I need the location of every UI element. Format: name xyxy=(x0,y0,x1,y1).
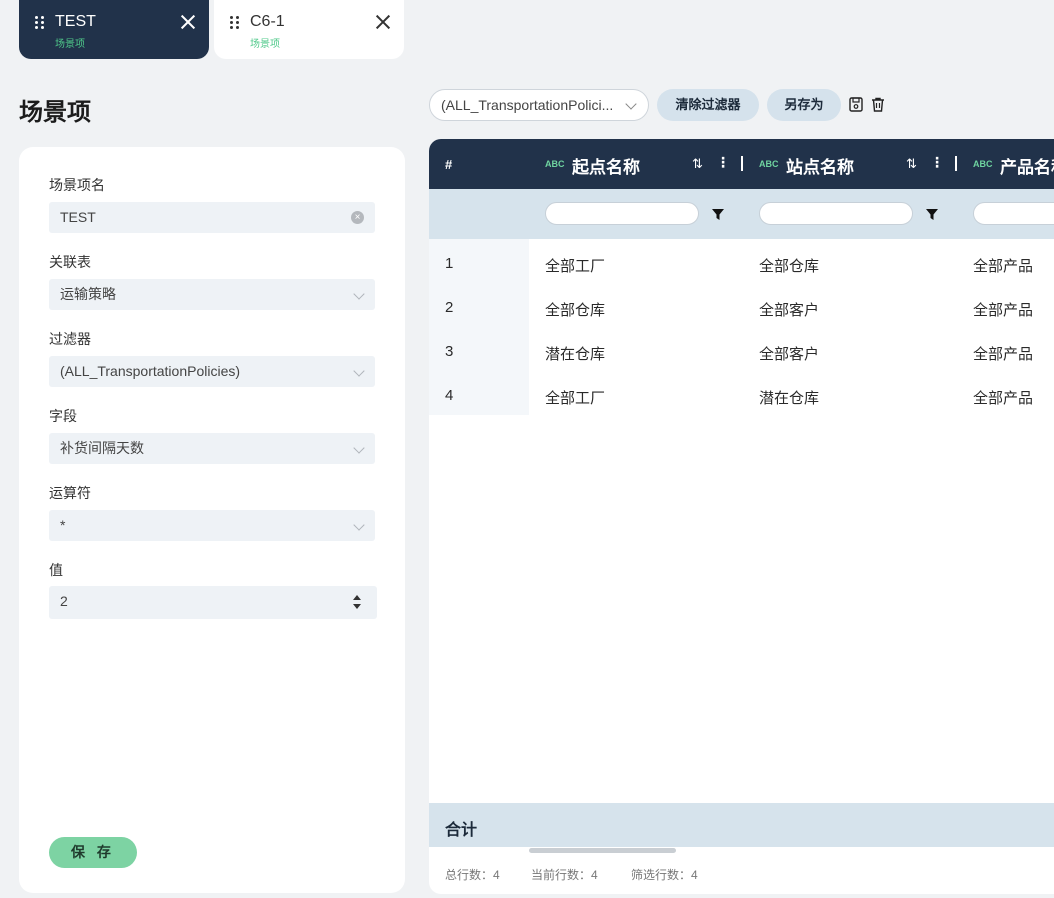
increment-icon[interactable] xyxy=(353,595,361,600)
clear-filter-button[interactable]: 清除过滤器 xyxy=(657,89,759,121)
filter-select[interactable]: (ALL_TransportationPolicies) xyxy=(49,356,375,387)
row-number: 2 xyxy=(445,299,454,316)
table-select[interactable]: 运输策略 xyxy=(49,279,375,310)
sort-icon[interactable]: ⇅ xyxy=(692,156,703,172)
cell-site[interactable]: 潜在仓库 xyxy=(759,387,819,408)
cell-site[interactable]: 全部客户 xyxy=(759,299,819,320)
column-resize-handle[interactable] xyxy=(741,156,743,171)
total-label: 合计 xyxy=(445,822,478,839)
column-resize-handle[interactable] xyxy=(955,156,957,171)
drag-handle-icon[interactable] xyxy=(35,16,45,30)
filter-icon[interactable] xyxy=(926,209,938,220)
value-value: 2 xyxy=(60,593,68,609)
cell-origin[interactable]: 全部仓库 xyxy=(545,299,605,320)
decrement-icon[interactable] xyxy=(353,604,361,609)
name-field[interactable]: TEST × xyxy=(49,202,375,233)
operator-select[interactable]: * xyxy=(49,510,375,541)
trash-icon[interactable] xyxy=(871,97,885,112)
drag-handle-icon[interactable] xyxy=(230,16,240,30)
tab-subtitle: 场景项 xyxy=(250,39,280,50)
operator-label: 运算符 xyxy=(49,485,91,501)
field-value: 补货间隔天数 xyxy=(60,440,144,456)
value-label: 值 xyxy=(49,562,63,578)
tab-title: TEST xyxy=(55,13,96,30)
close-icon[interactable] xyxy=(375,14,391,30)
more-icon[interactable]: ⋮ xyxy=(930,154,944,171)
operator-value: * xyxy=(60,517,66,533)
field-label: 字段 xyxy=(49,408,77,424)
cell-product[interactable]: 全部产品 xyxy=(973,255,1033,276)
text-type-icon: ABC xyxy=(545,159,565,169)
text-type-icon: ABC xyxy=(759,159,779,169)
column-title: 产品名称 xyxy=(1000,158,1054,178)
text-type-icon: ABC xyxy=(973,159,993,169)
chevron-down-icon xyxy=(353,442,365,454)
tab-title: C6-1 xyxy=(250,13,285,30)
save-icon[interactable] xyxy=(849,97,863,112)
column-header-site[interactable]: ABC 站点名称 ⇅ ⋮ xyxy=(759,139,973,189)
value-stepper[interactable]: 2 xyxy=(49,586,377,619)
row-number: 1 xyxy=(445,255,454,272)
cell-origin[interactable]: 全部工厂 xyxy=(545,255,605,276)
filtered-rows-count: 筛选行数：4 xyxy=(631,868,698,882)
close-icon[interactable] xyxy=(180,14,196,30)
column-title: 站点名称 xyxy=(786,158,854,178)
save-button[interactable]: 保 存 xyxy=(49,837,137,868)
filter-icon[interactable] xyxy=(712,209,724,220)
view-filter-value: (ALL_TransportationPolici... xyxy=(441,97,614,113)
scenario-item-form: 场景项名 TEST × 关联表 运输策略 过滤器 (ALL_Transporta… xyxy=(19,147,405,893)
more-icon[interactable]: ⋮ xyxy=(716,154,730,171)
cell-product[interactable]: 全部产品 xyxy=(973,299,1033,320)
table-label: 关联表 xyxy=(49,254,91,270)
column-header-origin[interactable]: ABC 起点名称 ⇅ ⋮ xyxy=(545,139,759,189)
sort-icon[interactable]: ⇅ xyxy=(906,156,917,172)
filter-label: 过滤器 xyxy=(49,331,91,347)
clear-icon[interactable]: × xyxy=(351,211,364,224)
page-title: 场景项 xyxy=(19,99,91,126)
save-as-button[interactable]: 另存为 xyxy=(767,89,841,121)
rownum-column xyxy=(429,239,529,415)
rownum-header: # xyxy=(445,157,453,172)
cell-product[interactable]: 全部产品 xyxy=(973,387,1033,408)
column-filter-input[interactable] xyxy=(545,202,699,225)
cell-origin[interactable]: 全部工厂 xyxy=(545,387,605,408)
filter-value: (ALL_TransportationPolicies) xyxy=(60,363,241,379)
chevron-down-icon xyxy=(353,519,365,531)
field-select[interactable]: 补货间隔天数 xyxy=(49,433,375,464)
tab-subtitle: 场景项 xyxy=(55,39,85,50)
grid-header: # ABC 起点名称 ⇅ ⋮ ABC 站点名称 ⇅ ⋮ ABC 产品名称 xyxy=(429,139,1054,189)
total-row: 合计 xyxy=(429,803,1054,847)
cell-site[interactable]: 全部客户 xyxy=(759,343,819,364)
column-title: 起点名称 xyxy=(572,158,640,178)
horizontal-scrollbar[interactable] xyxy=(529,848,676,853)
filter-row xyxy=(429,189,1054,239)
current-rows-count: 当前行数：4 xyxy=(531,868,598,882)
cell-product[interactable]: 全部产品 xyxy=(973,343,1033,364)
column-filter-input[interactable] xyxy=(973,202,1054,225)
row-number: 4 xyxy=(445,387,454,404)
cell-origin[interactable]: 潜在仓库 xyxy=(545,343,605,364)
name-label: 场景项名 xyxy=(49,177,105,193)
total-rows-count: 总行数：4 xyxy=(445,868,500,882)
chevron-down-icon xyxy=(353,288,365,300)
view-filter-select[interactable]: (ALL_TransportationPolici... xyxy=(429,89,649,121)
row-number: 3 xyxy=(445,343,454,360)
chevron-down-icon xyxy=(353,365,365,377)
name-value: TEST xyxy=(60,209,96,225)
tab-test[interactable]: TEST 场景项 xyxy=(19,0,209,59)
table-value: 运输策略 xyxy=(60,286,116,302)
column-header-product[interactable]: ABC 产品名称 xyxy=(973,139,1054,189)
cell-site[interactable]: 全部仓库 xyxy=(759,255,819,276)
chevron-down-icon xyxy=(625,98,637,110)
column-filter-input[interactable] xyxy=(759,202,913,225)
data-grid: # ABC 起点名称 ⇅ ⋮ ABC 站点名称 ⇅ ⋮ ABC 产品名称 1 全… xyxy=(429,139,1054,894)
tab-c6-1[interactable]: C6-1 场景项 xyxy=(214,0,404,59)
